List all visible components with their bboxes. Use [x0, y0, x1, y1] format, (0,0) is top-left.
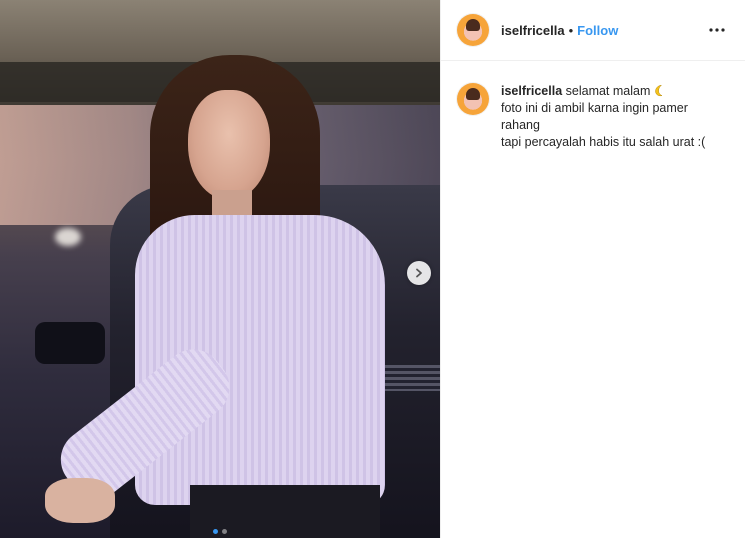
carousel-indicator — [0, 529, 440, 534]
author-avatar[interactable] — [457, 14, 489, 46]
carousel-next-button[interactable] — [407, 261, 431, 285]
more-horizontal-icon — [709, 28, 725, 32]
chevron-right-icon — [416, 268, 422, 278]
follow-button[interactable]: Follow — [577, 23, 618, 38]
author-username[interactable]: iselfricella — [501, 23, 565, 38]
caption-avatar[interactable] — [457, 83, 489, 115]
carousel-dot — [213, 529, 218, 534]
separator-dot: • — [568, 22, 574, 38]
caption-comment: iselfricella selamat malam foto ini di a… — [441, 61, 745, 151]
more-options-button[interactable] — [705, 18, 729, 42]
post-sidebar: iselfricella • Follow iselfricella selam… — [440, 0, 745, 538]
caption-text: iselfricella selamat malam foto ini di a… — [501, 83, 729, 151]
carousel-dot — [222, 529, 227, 534]
caption-username[interactable]: iselfricella — [501, 84, 562, 98]
caption-line: foto ini di ambil karna ingin pamer — [501, 101, 688, 115]
post-photo[interactable] — [0, 0, 440, 538]
crescent-moon-icon — [655, 84, 664, 97]
caption-first-line: selamat malam — [565, 84, 651, 98]
caption-line: tapi percayalah habis itu salah urat :( — [501, 135, 706, 149]
instagram-post: iselfricella • Follow iselfricella selam… — [0, 0, 745, 538]
post-header: iselfricella • Follow — [441, 0, 745, 61]
caption-line: rahang — [501, 118, 540, 132]
